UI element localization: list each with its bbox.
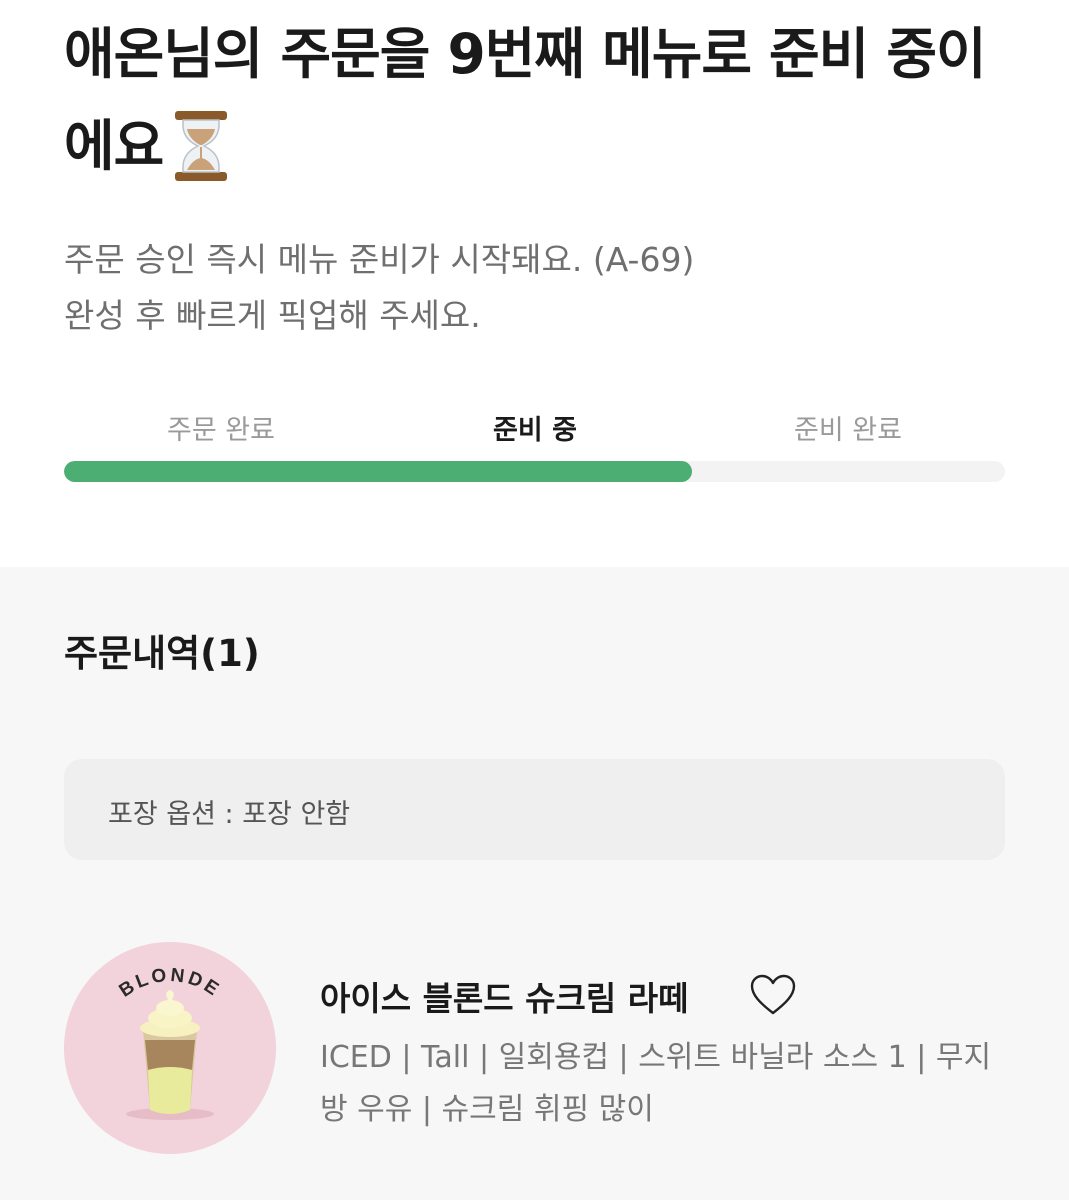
product-options: ICED | Tall | 일회용컵 | 스위트 바닐라 소스 1 | 무지방 … [320, 1040, 992, 1127]
order-info-line2: 완성 후 빠르게 픽업해 주세요. [64, 296, 481, 335]
order-info-line1: 주문 승인 즉시 메뉴 준비가 시작돼요. (A-69) [64, 240, 695, 279]
order-info: 주문 승인 즉시 메뉴 준비가 시작돼요. (A-69) 완성 후 빠르게 픽업… [64, 232, 1024, 344]
step-order-complete: 주문 완료 [167, 415, 275, 446]
packaging-option-text: 포장 옵션 : 포장 안함 [108, 799, 351, 830]
progress-fill [64, 461, 692, 482]
order-details-panel: 주문내역(1) 포장 옵션 : 포장 안함 BLONDE 아이스 블론드 슈크림… [0, 567, 1069, 1200]
product-name[interactable]: 아이스 블론드 슈크림 라떼 [320, 972, 688, 1020]
packaging-option-box: 포장 옵션 : 포장 안함 [64, 759, 1005, 860]
progress-track [64, 461, 1005, 482]
product-image: BLONDE [64, 942, 276, 1154]
step-ready: 준비 완료 [794, 415, 902, 446]
order-status-panel: 애온님의 주문을 9번째 메뉴로 준비 중이에요 주문 승인 즉시 메뉴 준비가… [0, 0, 1069, 567]
progress-steps: 주문 완료 준비 중 준비 완료 [64, 408, 1005, 448]
heart-outline-icon[interactable] [748, 973, 798, 1017]
order-history-title: 주문내역(1) [64, 632, 260, 675]
step-preparing: 준비 중 [493, 415, 577, 446]
hourglass-icon [175, 110, 228, 181]
page-title: 애온님의 주문을 9번째 메뉴로 준비 중이에요 [64, 8, 1024, 192]
